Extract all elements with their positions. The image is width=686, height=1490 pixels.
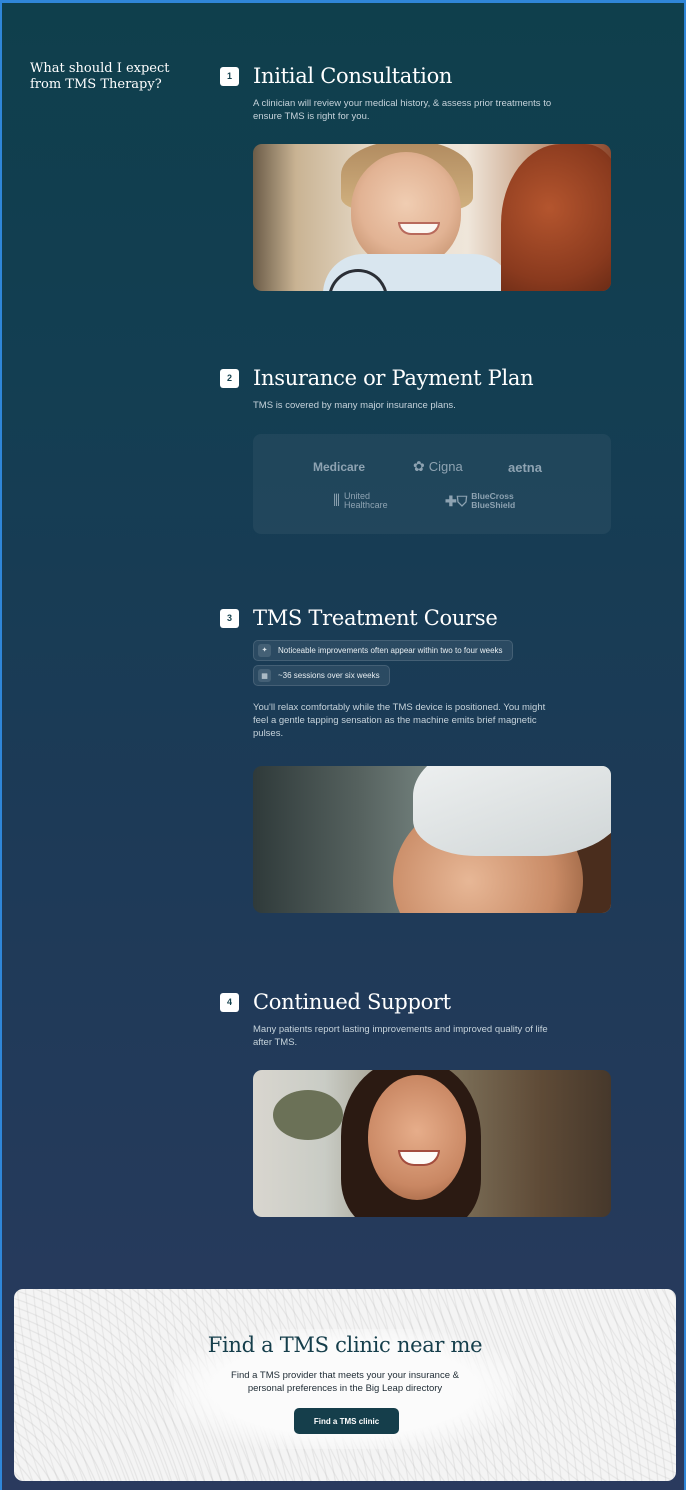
aetna-logo: aetna: [508, 460, 542, 475]
united-healthcare-logo: ⦀ United Healthcare: [333, 491, 388, 510]
cta-description: Find a TMS provider that meets your your…: [231, 1370, 459, 1394]
step-number: 3: [220, 608, 239, 628]
cross-shield-icon: ✚⛉: [445, 492, 468, 509]
step-number: 2: [220, 368, 239, 388]
insurance-logos-panel: Medicare ✿ Cigna aetna ⦀ United Healthcare…: [253, 434, 611, 534]
sparkle-icon: ✦: [258, 643, 271, 657]
step-title: Initial Consultation: [253, 64, 453, 88]
step-title: Insurance or Payment Plan: [253, 366, 534, 390]
tree-icon: ✿: [413, 458, 425, 474]
step-description: Many patients report lasting improvement…: [253, 1024, 548, 1048]
step-title: Continued Support: [253, 990, 451, 1014]
calendar-icon: ▦: [258, 669, 271, 682]
cta-title: Find a TMS clinic near me: [207, 1333, 483, 1357]
step-description: TMS is covered by many major insurance p…: [253, 400, 456, 411]
find-clinic-button[interactable]: Find a TMS clinic: [294, 1408, 399, 1434]
find-clinic-card: Find a TMS clinic near me Find a TMS pro…: [14, 1289, 676, 1481]
cigna-logo: ✿ Cigna: [413, 458, 463, 474]
consultation-photo: [253, 144, 611, 291]
improvement-pill: ✦ Noticeable improvements often appear w…: [253, 639, 513, 661]
step-description: A clinician will review your medical his…: [253, 98, 552, 122]
tms-device-photo: [253, 766, 611, 913]
step-treatment-course: 3 TMS Treatment Course ✦ Noticeable impr…: [220, 603, 620, 913]
support-photo: [253, 1070, 611, 1217]
section-heading: What should I expect from TMS Therapy?: [30, 61, 170, 92]
bluecross-blueshield-logo: ✚⛉ BlueCross BlueShield: [445, 491, 516, 510]
sessions-pill: ▦ ~36 sessions over six weeks: [253, 665, 390, 686]
step-continued-support: 4 Continued Support Many patients report…: [220, 987, 620, 1217]
info-pills: ✦ Noticeable improvements often appear w…: [253, 639, 620, 690]
step-initial-consultation: 1 Initial Consultation A clinician will …: [220, 61, 620, 291]
step-description: You'll relax comfortably while the TMS d…: [253, 702, 546, 739]
step-insurance: 2 Insurance or Payment Plan TMS is cover…: [220, 363, 620, 534]
step-title: TMS Treatment Course: [253, 606, 498, 630]
uhc-icon: ⦀: [333, 492, 341, 510]
medicare-logo: Medicare: [313, 460, 366, 474]
step-number: 4: [220, 992, 239, 1012]
step-number: 1: [220, 66, 239, 86]
